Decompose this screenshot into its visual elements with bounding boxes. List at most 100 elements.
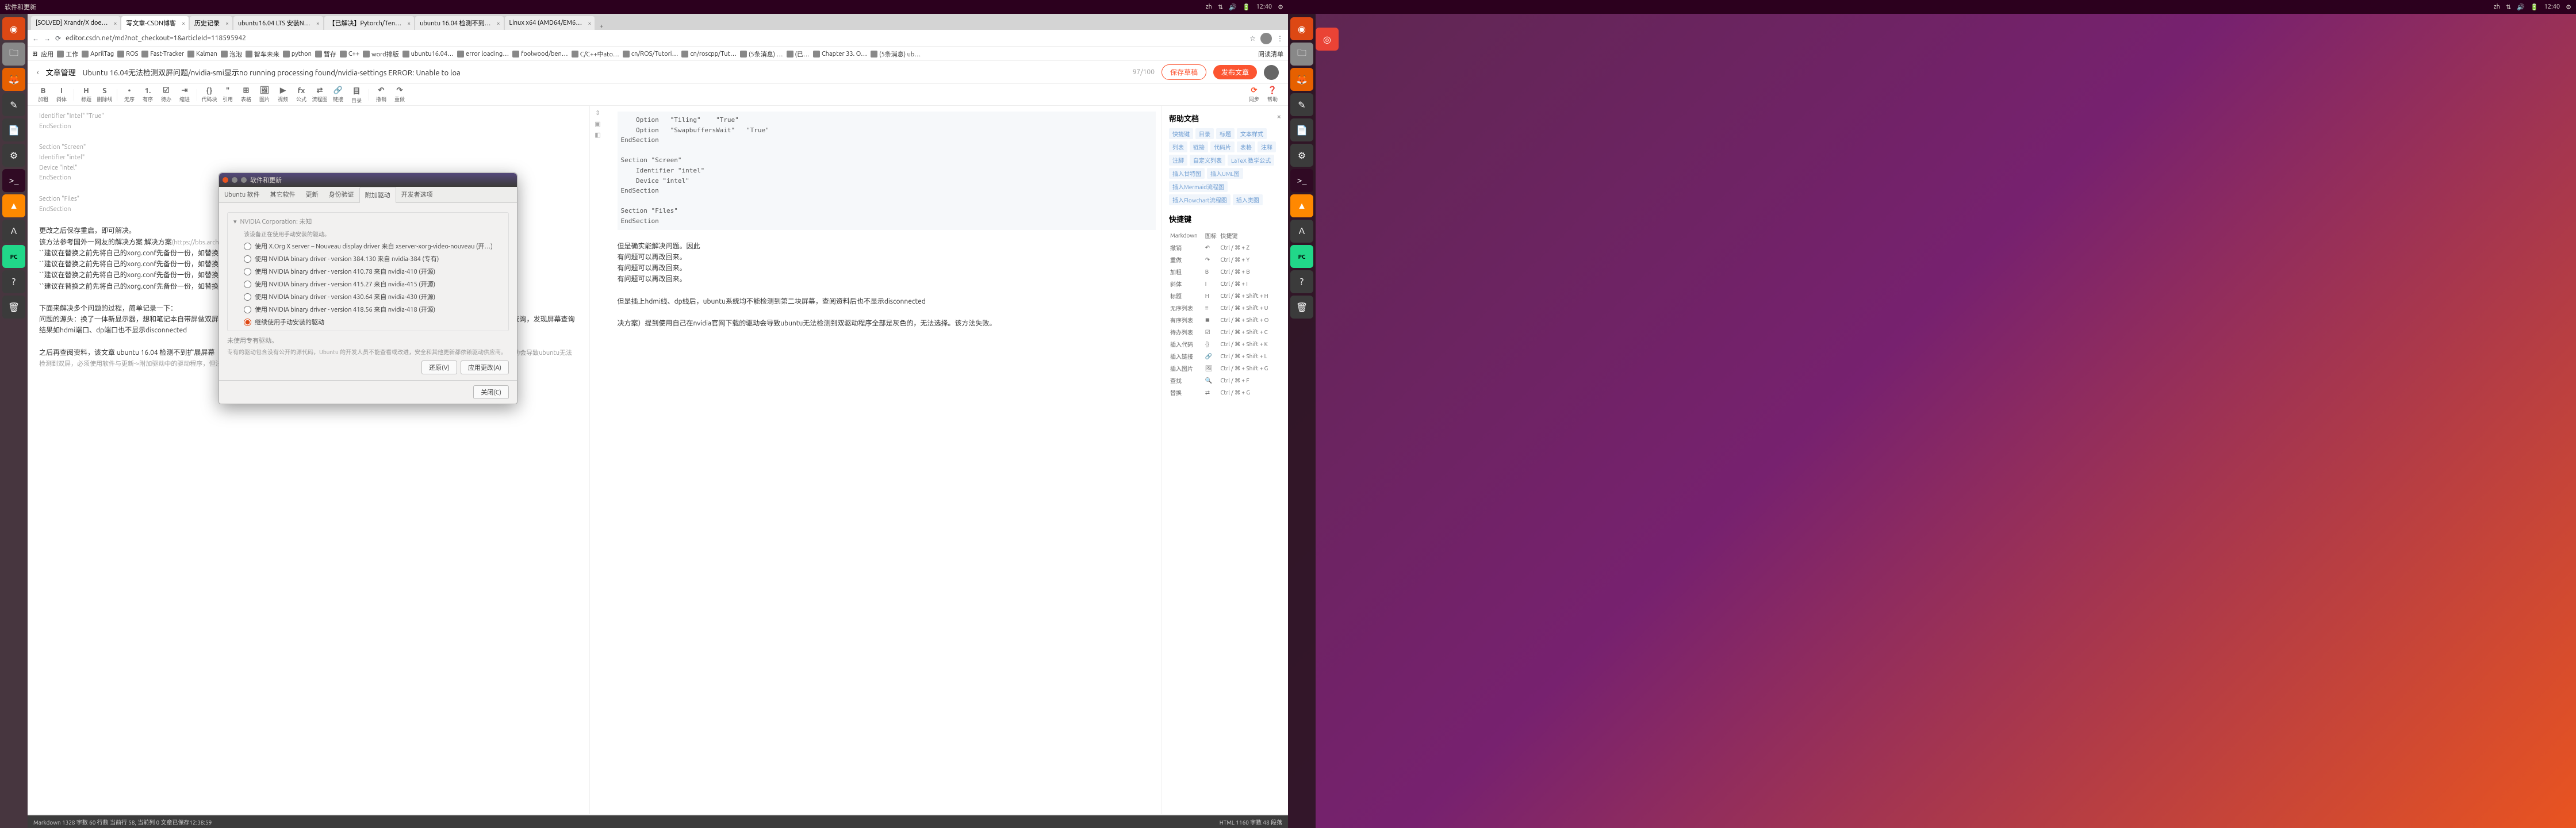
redo-button[interactable]: ↷重做 [391,86,408,103]
help-tag[interactable]: 注释 [1258,141,1276,152]
toc-button[interactable]: 目目录 [348,85,365,104]
vlc-launcher[interactable]: ▲ [2,194,25,217]
bookmark[interactable]: ubuntu16.04… [402,51,454,57]
gear-icon[interactable]: ⚙ [1278,3,1283,11]
publish-button[interactable]: 发布文章 [1213,65,1257,79]
close-icon[interactable]: × [497,20,500,26]
bookmark[interactable]: 泡泡 [221,49,242,59]
bookmark[interactable]: foolwood/ben… [512,51,568,57]
driver-option[interactable]: 使用 NVIDIA binary driver - version 418.56… [228,303,508,316]
help-tag[interactable]: 列表 [1169,141,1187,152]
profile-avatar[interactable] [1260,33,1272,44]
doc-launcher[interactable]: 📄 [2,118,25,141]
browser-tab[interactable]: 历史记录× [190,16,232,30]
bookmark[interactable]: (5条消息) … [740,49,783,59]
dialog-tab[interactable]: 身份验证 [324,187,359,202]
apply-button[interactable]: 应用更改(A) [461,361,509,374]
help-tag[interactable]: 插入甘特图 [1169,168,1205,179]
close-icon[interactable]: × [182,20,185,26]
help-tag[interactable]: 快捷键 [1169,128,1193,139]
forward-button[interactable]: → [44,34,51,43]
driver-option[interactable]: 使用 NVIDIA binary driver - version 410.78… [228,265,508,278]
settings-launcher[interactable]: ⚙ [2,144,25,167]
firefox-launcher[interactable]: 🦊 [2,68,25,91]
help-tag[interactable]: 插入Flowchart流程图 [1169,194,1230,205]
close-icon[interactable]: × [225,20,229,26]
driver-option[interactable]: 使用 X.Org X server – Nouveau display driv… [228,240,508,252]
help-tag[interactable]: 插入UML图 [1207,168,1243,179]
reload-button[interactable]: ⟳ [55,34,61,43]
help-tag[interactable]: 链接 [1190,141,1208,152]
bookmark[interactable]: cn/ROS/Tutori… [623,51,678,57]
close-icon[interactable] [223,177,228,183]
lang-indicator[interactable]: zh [2494,3,2500,10]
bookmark[interactable]: Chapter 33. O… [813,51,867,57]
bookmark[interactable]: (已… [787,49,810,59]
bold-button[interactable]: B加粗 [34,87,52,103]
help-tag[interactable]: 插入类图 [1233,194,1263,205]
driver-option[interactable]: 使用 NVIDIA binary driver - version 415.27… [228,278,508,290]
bookmark[interactable]: error loading… [457,51,509,57]
browser-tab[interactable]: ubuntu16.04 LTS 安装N…× [233,16,323,30]
trash-launcher[interactable]: 🗑 [2,296,25,319]
close-button[interactable]: 关闭(C) [473,385,509,399]
dialog-tab[interactable]: 附加驱动 [359,187,396,203]
browser-tab[interactable]: Linux x64 (AMD64/EM6…× [505,16,595,30]
code-button[interactable]: {}代码块 [201,87,218,103]
help-tag[interactable]: 自定义列表 [1190,155,1225,166]
ul-button[interactable]: •无序 [121,87,138,103]
menu-icon[interactable]: ⋮ [1276,34,1283,43]
pycharm-launcher[interactable]: PC [2,245,25,268]
trash-launcher[interactable]: 🗑 [1290,296,1313,319]
terminal-launcher[interactable]: >_ [1290,169,1313,192]
close-icon[interactable]: × [588,20,592,26]
close-icon[interactable]: × [316,20,320,26]
browser-tab[interactable]: 写文章-CSDN博客× [121,16,188,30]
doc-launcher[interactable]: 📄 [1290,118,1313,141]
sync-button[interactable]: ⟳同步 [1245,86,1263,103]
bookmark[interactable]: 工作 [57,49,78,59]
heading-button[interactable]: H标题 [78,87,95,103]
dash-button[interactable]: ◉ [2,17,25,40]
bookmark[interactable]: C/C++中ato… [572,49,619,59]
firefox-launcher[interactable]: 🦊 [1290,68,1313,91]
files-launcher[interactable]: 🗀 [1290,43,1313,66]
close-icon[interactable]: × [407,20,411,26]
maximize-icon[interactable] [241,177,247,183]
chrome-launcher[interactable]: ◎ [1316,28,1339,51]
close-icon[interactable]: × [114,20,117,26]
flowchart-button[interactable]: ⇄流程图 [311,86,328,103]
help-tag[interactable]: 标题 [1216,128,1235,139]
settings-launcher[interactable]: ⚙ [1290,144,1313,167]
pycharm-launcher[interactable]: PC [1290,245,1313,268]
bookmark[interactable]: python [283,51,312,57]
gear-icon[interactable]: ⚙ [2566,3,2571,11]
bookmark[interactable]: Kalman [187,51,217,57]
volume-icon[interactable]: 🔊 [2517,3,2525,11]
driver-option[interactable]: 继续使用手动安装的驱动 [228,316,508,328]
clock[interactable]: 12:40 [1256,3,1272,10]
minimize-icon[interactable] [232,177,237,183]
user-avatar[interactable] [1264,65,1279,80]
url-input[interactable] [66,34,1245,42]
driver-option[interactable]: 使用 NVIDIA binary driver - version 430.64… [228,290,508,303]
apps-icon[interactable]: ⊞ [32,50,37,57]
driver-option[interactable]: 使用 NVIDIA binary driver - version 384.13… [228,252,508,265]
help-tag[interactable]: 文本样式 [1237,128,1267,139]
store-launcher[interactable]: A [2,220,25,243]
dialog-tab[interactable]: 其它软件 [265,187,301,202]
browser-tab[interactable]: [SOLVED] Xrandr/X doe…× [31,16,120,30]
todo-button[interactable]: ☑待办 [158,86,175,103]
lang-indicator[interactable]: zh [1206,3,1212,10]
bookmark[interactable]: 应用 [41,49,53,59]
browser-tab[interactable]: 【已解决】Pytorch/Ten…× [324,16,415,30]
new-tab-button[interactable]: + [596,23,607,30]
back-arrow[interactable]: ‹ [37,68,39,76]
formula-button[interactable]: fx公式 [293,87,310,103]
dialog-tab[interactable]: 开发者选项 [396,187,438,202]
dialog-tab[interactable]: 更新 [301,187,324,202]
close-icon[interactable]: × [1277,113,1281,124]
bookmark[interactable]: 暂存 [315,49,336,59]
restore-button[interactable]: 还原(V) [421,361,457,374]
help-tag[interactable]: LaTeX 数学公式 [1228,155,1274,166]
